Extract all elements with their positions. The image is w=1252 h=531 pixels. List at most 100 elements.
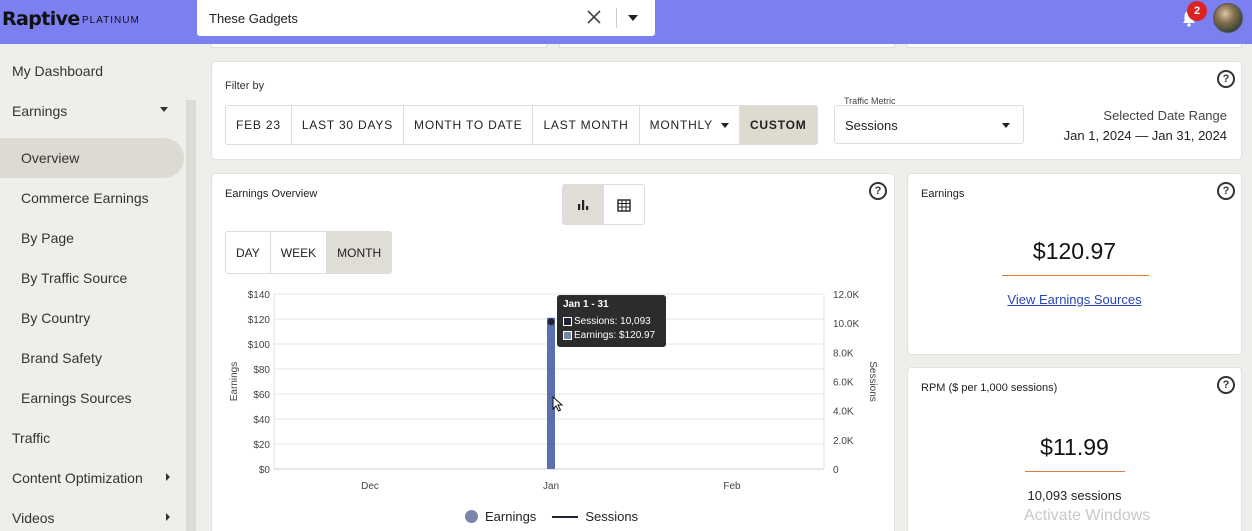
tooltip-sessions: Sessions: 10,093 (574, 316, 651, 327)
y-right-tick-label: 2.0K (833, 436, 854, 447)
filter-monthly-dropdown[interactable]: MONTHLY (640, 106, 740, 144)
sidebar-item-earnings-sources[interactable]: Earnings Sources (0, 378, 184, 418)
granularity-day-button[interactable]: DAY (226, 232, 271, 273)
help-icon[interactable]: ? (1217, 376, 1235, 394)
brand-tier: PLATINUM (82, 15, 140, 26)
sidebar-item-label: Content Optimization (12, 470, 143, 486)
brand-logo[interactable]: Raptive (2, 8, 80, 30)
button-label: LAST 30 DAYS (301, 118, 394, 132)
site-selector-value: These Gadgets (209, 11, 298, 26)
granularity-month-button[interactable]: MONTH (327, 232, 392, 273)
x-tick-label: Jan (543, 481, 559, 492)
sidebar-item-traffic[interactable]: Traffic (0, 418, 184, 458)
clear-icon[interactable] (583, 6, 605, 28)
bar-chart-icon (578, 199, 589, 210)
rpm-card-title: RPM ($ per 1,000 sessions) (921, 382, 1058, 394)
chart-view-button[interactable] (563, 185, 604, 224)
rpm-sessions: 10,093 sessions (1027, 488, 1122, 503)
filter-title: Filter by (225, 80, 265, 92)
button-label: FEB 23 (236, 118, 281, 132)
chevron-right-icon (166, 473, 170, 481)
sidebar: My Dashboard Earnings Overview Commerce … (0, 44, 197, 531)
y-right-tick-label: 4.0K (833, 407, 854, 418)
card-edge (907, 44, 1242, 48)
y-tick-label: $100 (248, 340, 271, 351)
button-label: WEEK (280, 245, 317, 260)
view-earnings-sources-link[interactable]: View Earnings Sources (908, 292, 1241, 307)
date-range-value: Jan 1, 2024 — Jan 31, 2024 (1063, 128, 1227, 143)
filter-card: Filter by ? FEB 23 LAST 30 DAYS MONTH TO… (211, 61, 1242, 160)
y-right-tick-label: 12.0K (833, 290, 859, 301)
y-tick-label: $140 (248, 290, 271, 301)
y-right-axis-title: Sessions (867, 361, 878, 402)
sidebar-scrollbar[interactable] (186, 100, 196, 531)
y-tick-label: $20 (253, 440, 270, 451)
sidebar-item-label: My Dashboard (12, 63, 104, 79)
sidebar-item-label: Commerce Earnings (21, 190, 149, 206)
sidebar-item-content-optimization[interactable]: Content Optimization (0, 458, 184, 498)
y-right-tick-label: 0 (833, 465, 839, 476)
sidebar-item-commerce-earnings[interactable]: Commerce Earnings (0, 178, 184, 218)
site-selector[interactable]: These Gadgets (197, 0, 655, 36)
sidebar-item-by-traffic-source[interactable]: By Traffic Source (0, 258, 184, 298)
sidebar-item-by-country[interactable]: By Country (0, 298, 184, 338)
filter-custom-button[interactable]: CUSTOM (739, 106, 817, 144)
help-icon[interactable]: ? (1217, 182, 1235, 200)
filter-last-30-days-button[interactable]: LAST 30 DAYS (292, 106, 405, 144)
button-label: CUSTOM (749, 118, 807, 132)
y-right-tick-label: 8.0K (833, 348, 854, 359)
tooltip-row-earnings: Earnings: $120.97 (563, 330, 655, 341)
filter-feb23-button[interactable]: FEB 23 (226, 106, 292, 144)
button-label: MONTH TO DATE (414, 118, 523, 132)
legend-sessions-label[interactable]: Sessions (585, 509, 638, 524)
filter-last-month-button[interactable]: LAST MONTH (533, 106, 640, 144)
button-label: LAST MONTH (543, 118, 629, 132)
y-tick-label: $40 (253, 415, 270, 426)
sidebar-item-label: Brand Safety (21, 350, 102, 366)
traffic-metric-value: Sessions (845, 118, 898, 133)
earnings-overview-title: Earnings Overview (225, 188, 318, 200)
button-label: MONTHLY (649, 118, 713, 132)
notification-badge[interactable]: 2 (1187, 1, 1207, 21)
y-tick-label: $120 (248, 315, 271, 326)
help-icon[interactable]: ? (869, 182, 887, 200)
sidebar-item-videos[interactable]: Videos (0, 498, 184, 531)
granularity-week-button[interactable]: WEEK (271, 232, 328, 273)
date-range-label: Selected Date Range (1103, 108, 1227, 123)
legend-earnings-label[interactable]: Earnings (485, 509, 536, 524)
value-underline (1025, 471, 1125, 472)
sidebar-item-brand-safety[interactable]: Brand Safety (0, 338, 184, 378)
avatar[interactable] (1213, 3, 1243, 33)
sidebar-item-by-page[interactable]: By Page (0, 218, 184, 258)
help-icon[interactable]: ? (1217, 70, 1235, 88)
sidebar-item-label: By Page (21, 230, 74, 246)
earnings-bar (547, 317, 555, 469)
y-tick-label: $80 (253, 365, 270, 376)
earnings-card-title: Earnings (921, 188, 965, 200)
divider (616, 8, 617, 28)
filter-month-to-date-button[interactable]: MONTH TO DATE (404, 106, 534, 144)
button-label: MONTH (337, 245, 382, 260)
chevron-right-icon (166, 513, 170, 521)
traffic-metric-select[interactable]: Sessions (834, 105, 1024, 144)
tooltip-title: Jan 1 - 31 (563, 299, 609, 310)
top-bar: Raptive PLATINUM These Gadgets 2 (0, 0, 1252, 44)
earnings-value: $120.97 (1032, 238, 1117, 264)
sidebar-item-overview[interactable]: Overview (0, 138, 184, 178)
y-tick-label: $60 (253, 390, 270, 401)
table-view-button[interactable] (604, 185, 645, 224)
sidebar-item-label: Traffic (12, 430, 51, 446)
sidebar-item-label: By Traffic Source (21, 270, 128, 286)
chevron-down-icon[interactable] (625, 10, 641, 26)
chevron-down-icon (160, 107, 168, 112)
earnings-chart[interactable]: $0 $20 $40 $60 $80 $100 $120 $140 0 2.0K 4.0K 6.0K 8… (212, 274, 896, 509)
y-right-tick-label: 10.0K (833, 319, 859, 330)
sidebar-item-my-dashboard[interactable]: My Dashboard (0, 51, 184, 91)
granularity-group: DAY WEEK MONTH (225, 231, 393, 274)
chart-view-toggle (562, 184, 645, 225)
sidebar-item-earnings[interactable]: Earnings (0, 91, 184, 131)
y-tick-label: $0 (259, 465, 271, 476)
chart-legend: Earnings Sessions (465, 509, 638, 524)
os-watermark: Activate Windows (1024, 507, 1151, 524)
value-underline (1002, 275, 1149, 276)
